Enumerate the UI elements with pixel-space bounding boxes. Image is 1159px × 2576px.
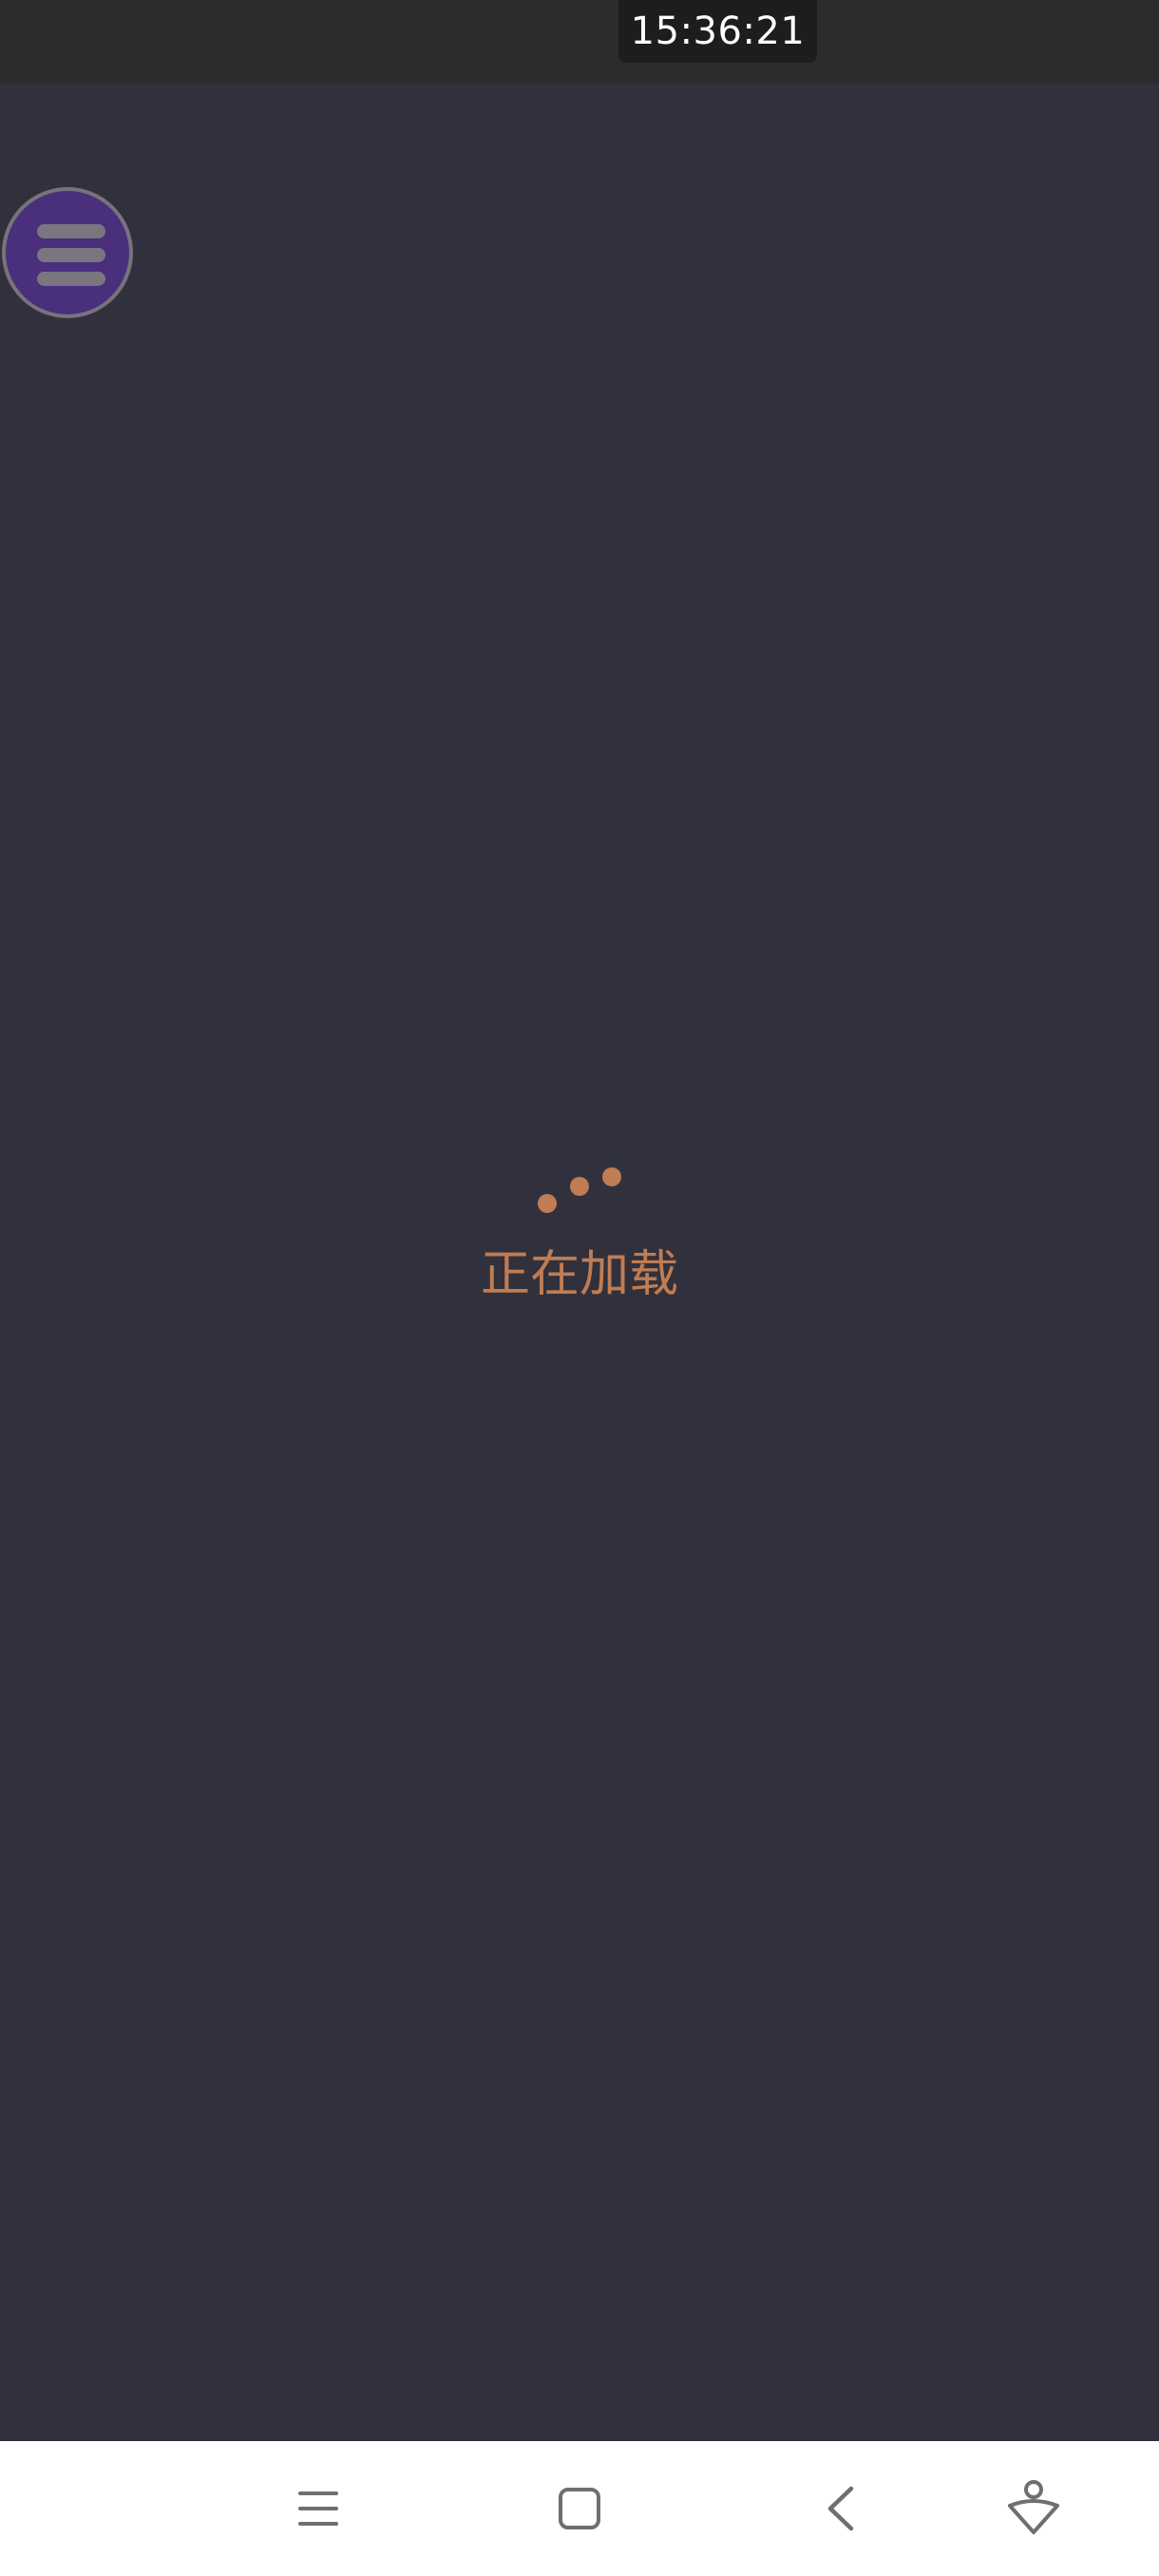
loading-indicator: 正在加载 [475,1149,684,1320]
assistant-button[interactable] [977,2441,1091,2576]
home-button[interactable] [522,2441,636,2576]
home-icon [559,2488,600,2529]
back-button[interactable] [784,2441,898,2576]
recent-apps-button[interactable] [261,2441,375,2576]
hamburger-menu-icon [37,224,105,238]
loading-dot-icon [602,1167,621,1186]
menu-button[interactable] [2,187,133,318]
loading-dot-icon [538,1194,557,1213]
loading-text: 正在加载 [480,1246,678,1303]
status-time: 15:36:21 [618,0,817,63]
app-screen: 15:36:21 正在加载 [0,0,1159,2576]
recent-apps-icon [298,2491,338,2526]
status-bar: 15:36:21 [0,0,1159,84]
back-icon [827,2486,854,2531]
loading-dot-icon [570,1177,589,1196]
assistant-icon [1008,2480,1059,2534]
system-navigation-bar [0,2441,1159,2576]
